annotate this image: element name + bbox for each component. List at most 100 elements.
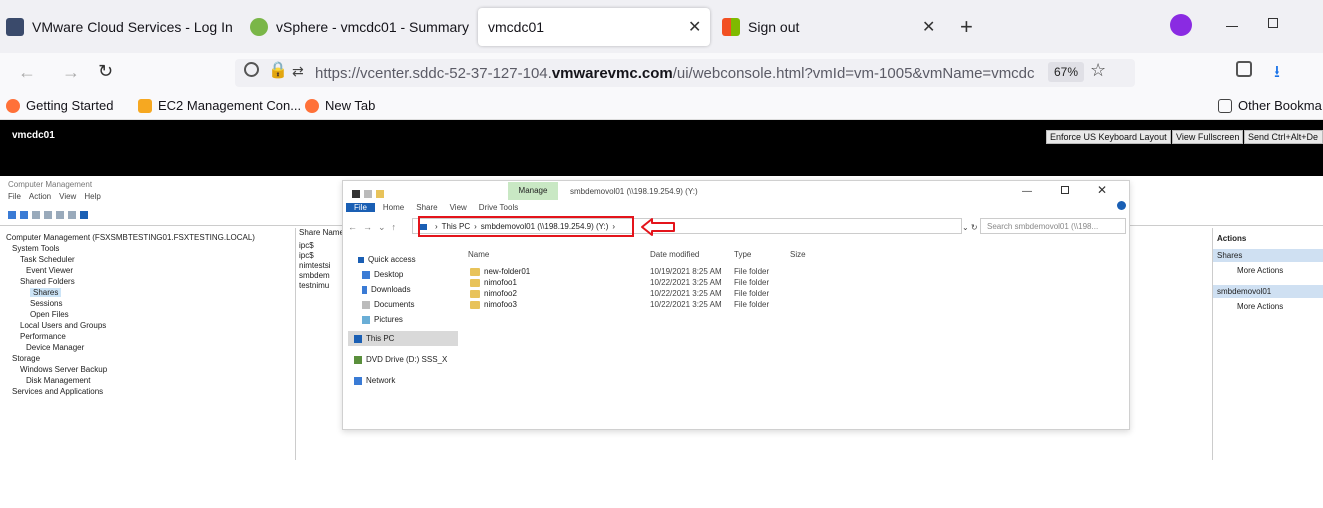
explorer-maximize-icon[interactable] — [1061, 186, 1069, 194]
tree-local-users[interactable]: Local Users and Groups — [6, 320, 255, 331]
actions-shares-section[interactable]: Shares — [1213, 249, 1323, 262]
enforce-keyboard-button[interactable]: Enforce US Keyboard Layout — [1046, 130, 1171, 144]
explorer-help-icon[interactable] — [1117, 201, 1126, 210]
more-actions-link[interactable]: More Actions — [1213, 262, 1323, 279]
pocket-icon[interactable] — [1236, 61, 1252, 77]
bookmark-getting-started[interactable]: Getting Started — [6, 98, 113, 113]
account-avatar-icon[interactable] — [1170, 14, 1192, 36]
reload-icon[interactable]: ↻ — [98, 61, 113, 82]
back-icon[interactable] — [8, 210, 16, 219]
url-text[interactable]: https://vcenter.sddc-52-37-127-104.vmwar… — [315, 65, 1035, 82]
up-icon[interactable] — [32, 210, 40, 219]
actions-smbdemovol-section[interactable]: smbdemovol01 — [1213, 285, 1323, 298]
share-row[interactable]: nimtestsi — [299, 261, 345, 271]
share-row[interactable]: ipc$ — [299, 251, 345, 261]
download-icon[interactable]: ⭳ — [1274, 59, 1280, 88]
tab-vsphere-summary[interactable]: vSphere - vmcdc01 - Summary ✕ — [250, 8, 472, 46]
nav-pictures[interactable]: Pictures — [348, 312, 458, 327]
menu-action[interactable]: Action — [29, 192, 51, 201]
tree-windows-server-backup[interactable]: Windows Server Backup — [6, 364, 255, 375]
highlight-box — [418, 216, 634, 237]
explorer-nav-arrows[interactable]: ←→⌄↑ — [348, 222, 402, 233]
back-arrow-icon[interactable]: ← — [18, 62, 36, 83]
column-type-header[interactable]: Type — [734, 250, 751, 259]
help-icon[interactable] — [80, 210, 88, 219]
share-row[interactable]: ipc$ — [299, 241, 345, 251]
file-name: nimofoo2 — [484, 289, 517, 298]
properties-icon[interactable] — [44, 210, 52, 219]
share-row[interactable]: testnimu — [299, 281, 345, 291]
bookmark-ec2-management[interactable]: EC2 Management Con... — [138, 98, 301, 113]
tree-root[interactable]: Computer Management (FSXSMBTESTING01.FSX… — [6, 232, 255, 243]
tree-task-scheduler[interactable]: Task Scheduler — [6, 254, 255, 265]
new-tab-button[interactable]: + — [960, 14, 973, 40]
table-row[interactable]: nimofoo2 10/22/2021 3:25 AM File folder — [470, 288, 790, 299]
share-name-header[interactable]: Share Name — [296, 228, 345, 237]
forward-icon[interactable] — [20, 210, 28, 219]
tree-disk-management[interactable]: Disk Management — [6, 375, 255, 386]
tab-vmware-cloud-services[interactable]: VMware Cloud Services - Log In ✕ — [6, 8, 238, 46]
tree-sessions[interactable]: Sessions — [6, 298, 255, 309]
share-row[interactable]: smbdem — [299, 271, 345, 281]
column-name-header[interactable]: Name — [468, 250, 489, 259]
save-icon[interactable] — [352, 189, 360, 198]
forward-arrow-icon[interactable]: → — [62, 62, 80, 83]
tree-shared-folders[interactable]: Shared Folders — [6, 276, 255, 287]
refresh-address-icon[interactable]: ⌄ ↻ — [962, 223, 978, 232]
zoom-level-badge[interactable]: 67% — [1048, 62, 1085, 82]
nav-this-pc-selected[interactable]: This PC — [348, 331, 458, 346]
more-actions-link[interactable]: More Actions — [1213, 298, 1323, 315]
minimize-icon[interactable] — [1226, 26, 1238, 27]
close-tab-icon[interactable]: ✕ — [922, 17, 935, 37]
ribbon-drive-tools-tab[interactable]: Drive Tools — [479, 203, 518, 212]
view-fullscreen-button[interactable]: View Fullscreen — [1172, 130, 1244, 144]
nav-desktop[interactable]: Desktop — [348, 267, 458, 282]
other-bookmarks[interactable]: Other Bookma — [1218, 98, 1322, 113]
ribbon-view-tab[interactable]: View — [450, 203, 467, 212]
column-size-header[interactable]: Size — [790, 250, 806, 259]
tree-storage[interactable]: Storage — [6, 353, 255, 364]
tree-device-manager[interactable]: Device Manager — [6, 342, 255, 353]
nav-dvd-drive[interactable]: DVD Drive (D:) SSS_X — [348, 352, 458, 367]
menu-file[interactable]: File — [8, 192, 21, 201]
table-row[interactable]: nimofoo1 10/22/2021 3:25 AM File folder — [470, 277, 790, 288]
permissions-icon[interactable]: ⇄ — [292, 63, 304, 80]
ribbon-file-tab[interactable]: File — [346, 202, 375, 212]
column-date-header[interactable]: Date modified — [650, 250, 699, 259]
tab-sign-out[interactable]: Sign out ✕ — [722, 8, 952, 46]
tree-services-applications[interactable]: Services and Applications — [6, 386, 255, 397]
table-row[interactable]: nimofoo3 10/22/2021 3:25 AM File folder — [470, 299, 790, 310]
explorer-minimize-icon[interactable]: — — [1022, 186, 1032, 197]
shield-icon[interactable] — [244, 62, 259, 77]
bookmark-label: EC2 Management Con... — [158, 98, 302, 113]
ribbon-share-tab[interactable]: Share — [416, 203, 437, 212]
close-tab-icon[interactable]: ✕ — [688, 17, 701, 37]
bookmark-star-icon[interactable]: ☆ — [1090, 60, 1106, 81]
tab-vmcdc01-active[interactable]: vmcdc01 ✕ — [478, 8, 710, 46]
bookmark-new-tab[interactable]: New Tab — [305, 98, 375, 113]
explorer-close-icon[interactable]: ✕ — [1097, 183, 1107, 197]
refresh-icon[interactable] — [56, 210, 64, 219]
url-suffix: /ui/webconsole.html?vmId=vm-1005&vmName=… — [672, 65, 1035, 82]
explorer-search-box[interactable]: Search smbdemovol01 (\\198... — [980, 218, 1126, 234]
ribbon-home-tab[interactable]: Home — [383, 203, 404, 212]
export-icon[interactable] — [68, 210, 76, 219]
ribbon-manage-tab[interactable]: Manage — [508, 182, 558, 200]
undo-icon[interactable] — [364, 189, 372, 198]
tree-system-tools[interactable]: System Tools — [6, 243, 255, 254]
tree-performance[interactable]: Performance — [6, 331, 255, 342]
tree-shares-selected[interactable]: Shares — [30, 288, 62, 297]
tree-event-viewer[interactable]: Event Viewer — [6, 265, 255, 276]
nav-quick-access[interactable]: Quick access — [348, 252, 458, 267]
menu-help[interactable]: Help — [84, 192, 100, 201]
restore-icon[interactable] — [1268, 18, 1278, 28]
tree-open-files[interactable]: Open Files — [6, 309, 255, 320]
nav-network[interactable]: Network — [348, 373, 458, 388]
nav-documents[interactable]: Documents — [348, 297, 458, 312]
menu-view[interactable]: View — [59, 192, 76, 201]
folder-icon[interactable] — [376, 189, 384, 198]
table-row[interactable]: new-folder01 10/19/2021 8:25 AM File fol… — [470, 266, 790, 277]
send-ctrl-alt-del-button[interactable]: Send Ctrl+Alt+De — [1244, 130, 1323, 144]
nav-downloads[interactable]: Downloads — [348, 282, 458, 297]
lock-icon[interactable]: 🔒 — [268, 60, 288, 80]
